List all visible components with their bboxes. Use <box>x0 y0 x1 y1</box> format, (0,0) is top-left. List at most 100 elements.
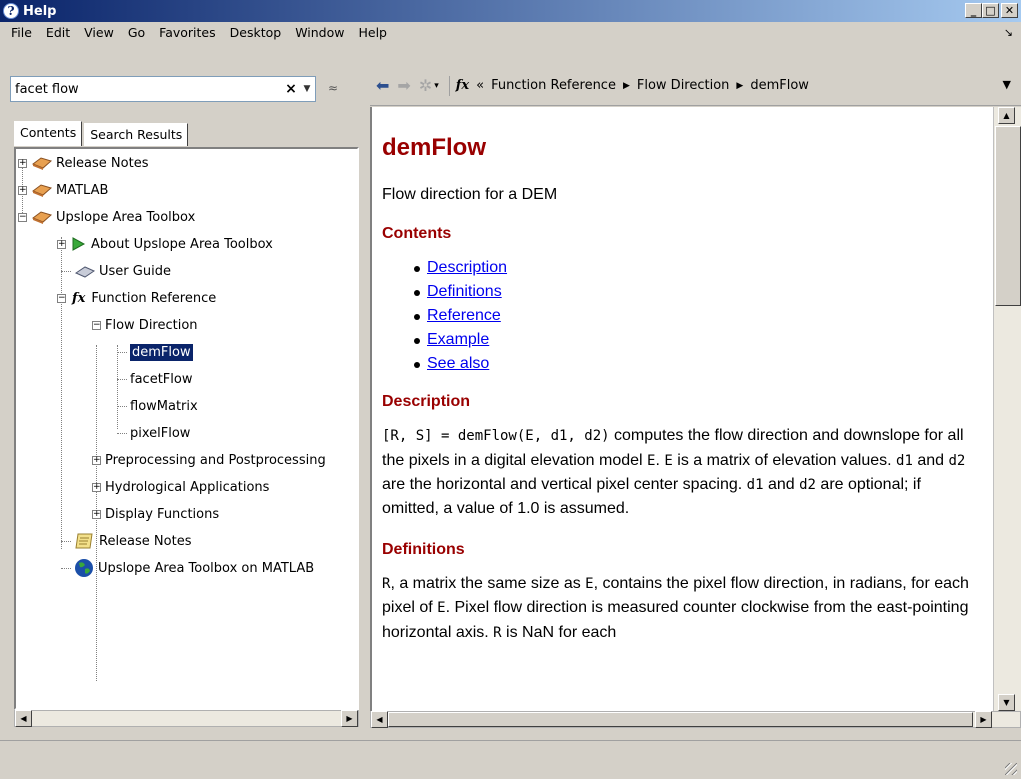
toc-link[interactable]: See also <box>427 355 489 372</box>
toc-link[interactable]: Example <box>427 331 489 348</box>
clear-icon[interactable]: × <box>283 81 299 97</box>
scroll-right-icon[interactable]: ▶ <box>341 710 358 727</box>
toc-link[interactable]: Reference <box>427 307 501 324</box>
list-item: See also <box>414 352 993 376</box>
toc-link[interactable]: Description <box>427 259 507 276</box>
expand-icon[interactable]: + <box>92 509 101 519</box>
scroll-up-icon[interactable]: ▲ <box>998 107 1015 124</box>
tree-item[interactable]: + Preprocessing and Postprocessing <box>92 449 326 471</box>
tree-item-label: Upslope Area Toolbox <box>56 209 196 225</box>
expand-icon[interactable]: + <box>18 158 27 168</box>
scroll-down-icon[interactable]: ▼ <box>998 694 1015 711</box>
tree-item[interactable]: pixelFlow <box>117 422 190 444</box>
tree-item-label: Display Functions <box>105 506 220 522</box>
book-icon <box>31 157 53 170</box>
expand-icon[interactable]: + <box>92 482 101 492</box>
dropdown-arrow-icon[interactable]: ▼ <box>299 84 315 94</box>
menu-view[interactable]: View <box>77 25 121 40</box>
search-input[interactable]: facet flow × ▼ <box>10 76 316 102</box>
tree-item[interactable]: + Hydrological Applications <box>92 476 269 498</box>
gear-dropdown-icon[interactable]: ▾ <box>434 81 439 91</box>
expand-icon[interactable]: + <box>57 239 66 249</box>
scroll-left-icon[interactable]: ◀ <box>371 711 388 728</box>
tree-item-label: Upslope Area Toolbox on MATLAB <box>98 560 315 576</box>
book-open-icon <box>31 211 53 224</box>
breadcrumb-prefix[interactable]: « <box>476 78 484 93</box>
dropdown-arrow-icon[interactable]: ▼ <box>1003 78 1011 91</box>
tree-item-label: Hydrological Applications <box>105 479 270 495</box>
tree-item[interactable]: flowMatrix <box>117 395 198 417</box>
back-arrow-icon[interactable]: ⬅ <box>376 76 389 95</box>
close-button[interactable]: ✕ <box>1001 3 1018 18</box>
tree-item-label: Preprocessing and Postprocessing <box>105 452 326 468</box>
tab-contents[interactable]: Contents <box>14 121 83 146</box>
menu-desktop[interactable]: Desktop <box>223 25 289 40</box>
fx-icon: fx <box>455 78 470 93</box>
tree-item[interactable]: Upslope Area Toolbox on MATLAB <box>61 557 314 579</box>
breadcrumb: fx « Function Reference ▶ Flow Direction… <box>456 78 809 93</box>
collapse-icon[interactable]: ≈ <box>328 81 338 95</box>
tree-item[interactable]: + Release Notes <box>18 152 148 174</box>
tree-item[interactable]: + About Upslope Area Toolbox <box>57 233 273 255</box>
tree-item[interactable]: demFlow <box>117 341 194 363</box>
tree-item[interactable]: Release Notes <box>61 530 191 552</box>
tree-item[interactable]: + MATLAB <box>18 179 108 201</box>
list-item: Description <box>414 256 993 280</box>
help-icon: ? <box>3 3 19 19</box>
expand-icon[interactable]: + <box>92 455 101 465</box>
breadcrumb-item[interactable]: Flow Direction <box>637 78 730 93</box>
search-value: facet flow <box>15 81 79 97</box>
tree-item-label: demFlow <box>129 342 194 362</box>
page-title: demFlow <box>382 134 487 161</box>
tree-item[interactable]: − fx Function Reference <box>57 287 216 309</box>
tree-item[interactable]: + Display Functions <box>92 503 219 525</box>
dock-arrow-icon[interactable]: ↘ <box>1004 26 1013 39</box>
horizontal-scrollbar[interactable]: ◀ ▶ <box>370 711 1021 728</box>
menu-edit[interactable]: Edit <box>39 25 77 40</box>
tree-item[interactable]: User Guide <box>61 260 171 282</box>
minimize-button[interactable]: _ <box>965 3 982 18</box>
tree-item-label: Release Notes <box>99 533 192 549</box>
guide-book-icon <box>74 266 96 278</box>
horizontal-scrollbar[interactable]: ◀ ▶ <box>14 710 359 727</box>
tree-item[interactable]: − Upslope Area Toolbox <box>18 206 195 228</box>
tab-search-results[interactable]: Search Results <box>84 123 189 146</box>
maximize-button[interactable]: □ <box>982 3 999 18</box>
breadcrumb-item[interactable]: demFlow <box>750 78 809 93</box>
menu-file[interactable]: File <box>4 25 39 40</box>
tree-item[interactable]: facetFlow <box>117 368 192 390</box>
menu-favorites[interactable]: Favorites <box>152 25 222 40</box>
tree-item-label: flowMatrix <box>130 398 198 414</box>
status-bar <box>0 740 1021 779</box>
menu-go[interactable]: Go <box>121 25 152 40</box>
forward-arrow-icon[interactable]: ➡ <box>397 76 410 95</box>
tree-item-label: Flow Direction <box>105 317 198 333</box>
tree-item[interactable]: − Flow Direction <box>92 314 198 336</box>
doc-content: demFlow Flow direction for a DEM Content… <box>370 107 993 711</box>
description-heading: Description <box>382 393 471 411</box>
nav-toolbar: ⬅ ➡ ✲ ▾ fx « Function Reference ▶ Flow D… <box>370 66 1021 106</box>
triangle-right-icon: ▶ <box>736 80 744 91</box>
menu-window[interactable]: Window <box>288 25 351 40</box>
collapse-tree-icon[interactable]: − <box>57 293 66 303</box>
breadcrumb-item[interactable]: Function Reference <box>491 78 616 93</box>
scroll-thumb[interactable] <box>388 712 973 727</box>
contents-heading: Contents <box>382 224 452 242</box>
title-bar: ? Help _ □ ✕ <box>0 0 1021 22</box>
menu-bar: File Edit View Go Favorites Desktop Wind… <box>0 22 1021 43</box>
definitions-heading: Definitions <box>382 540 465 558</box>
vertical-scrollbar[interactable]: ▲ ▼ <box>993 107 1021 711</box>
window-title: Help <box>23 3 57 19</box>
scroll-right-icon[interactable]: ▶ <box>975 711 992 728</box>
collapse-tree-icon[interactable]: − <box>92 320 101 330</box>
toc-link[interactable]: Definitions <box>427 283 502 300</box>
tree-item-label: Function Reference <box>91 290 217 306</box>
gear-icon[interactable]: ✲ <box>419 76 432 95</box>
collapse-tree-icon[interactable]: − <box>18 212 27 222</box>
contents-tree: + Release Notes + MATLAB − Upslope Area … <box>14 147 359 710</box>
scroll-thumb[interactable] <box>995 126 1021 306</box>
resize-grip-icon[interactable] <box>1005 763 1017 775</box>
menu-help[interactable]: Help <box>351 25 394 40</box>
scroll-left-icon[interactable]: ◀ <box>15 710 32 727</box>
expand-icon[interactable]: + <box>18 185 27 195</box>
